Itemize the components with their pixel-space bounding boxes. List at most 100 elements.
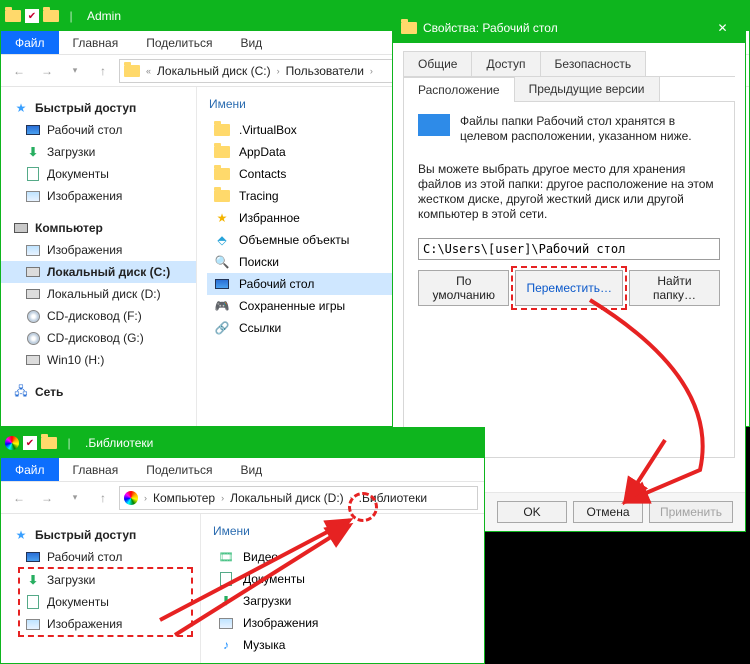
- nav-history[interactable]: ▾: [63, 59, 87, 83]
- chevron-icon: ›: [221, 493, 224, 503]
- tab-security[interactable]: Безопасность: [540, 51, 647, 76]
- ribbon-file[interactable]: Файл: [1, 458, 59, 481]
- tab-sharing[interactable]: Доступ: [471, 51, 540, 76]
- cube-icon: ⬘: [214, 232, 230, 248]
- star-icon: ★: [13, 100, 29, 116]
- nav-item-disk-d[interactable]: Локальный диск (D:): [1, 283, 196, 305]
- nav-item-downloads[interactable]: ⬇Загрузки: [25, 569, 192, 591]
- restore-default-button[interactable]: По умолчанию: [418, 270, 509, 306]
- nav-fwd[interactable]: →: [35, 59, 59, 83]
- star-icon: ★: [13, 527, 29, 543]
- download-icon: ⬇: [25, 144, 41, 160]
- nav-item-desktop[interactable]: Рабочий стол: [1, 119, 196, 141]
- ribbon-tab-view[interactable]: Вид: [226, 458, 276, 481]
- star-icon: ★: [214, 210, 230, 226]
- nav-item-cd-g[interactable]: CD-дисковод (G:): [1, 327, 196, 349]
- tab-location[interactable]: Расположение: [403, 77, 515, 102]
- check-icon: ✔: [25, 9, 39, 23]
- nav-item-pictures[interactable]: Изображения: [1, 185, 196, 207]
- list-item[interactable]: Изображения: [211, 612, 474, 634]
- ribbon-file[interactable]: Файл: [1, 31, 59, 54]
- nav-quick-access[interactable]: ★ Быстрый доступ: [1, 524, 200, 546]
- crumb[interactable]: Локальный диск (D:): [230, 491, 344, 505]
- nav-up[interactable]: ↑: [91, 486, 115, 510]
- list-item-label: Contacts: [239, 167, 286, 181]
- nav-label: Рабочий стол: [47, 550, 122, 564]
- folder-icon: [214, 166, 230, 182]
- target-path-input[interactable]: [418, 238, 720, 260]
- folder-icon: [214, 122, 230, 138]
- titlebar-2[interactable]: ✔ | .Библиотеки: [1, 428, 484, 458]
- column-header-name[interactable]: Имени: [213, 524, 474, 538]
- picture-icon: [25, 616, 41, 632]
- list-item[interactable]: Документы: [211, 568, 474, 590]
- nav-pane-2: ★ Быстрый доступ Рабочий стол ⬇Загрузки Д…: [1, 514, 201, 663]
- nav-history[interactable]: ▾: [63, 486, 87, 510]
- folder-icon: [43, 8, 59, 24]
- tab-general[interactable]: Общие: [403, 51, 472, 76]
- nav-label: Загрузки: [47, 573, 95, 587]
- cd-icon: [25, 308, 41, 324]
- dialog-titlebar[interactable]: Свойства: Рабочий стол ✕: [393, 13, 745, 43]
- list-item[interactable]: ⬇Загрузки: [211, 590, 474, 612]
- app-icon: [124, 491, 138, 505]
- nav-head-label: Быстрый доступ: [35, 528, 136, 542]
- nav-label: Изображения: [47, 189, 122, 203]
- breadcrumb-2[interactable]: › Компьютер › Локальный диск (D:) › .Биб…: [119, 486, 478, 510]
- nav-item-cd-f[interactable]: CD-дисковод (F:): [1, 305, 196, 327]
- desktop-icon: [25, 122, 41, 138]
- nav-up[interactable]: ↑: [91, 59, 115, 83]
- nav-label: CD-дисковод (F:): [47, 309, 142, 323]
- list-item[interactable]: ♪Музыка: [211, 634, 474, 656]
- ribbon-tab-share[interactable]: Поделиться: [132, 458, 226, 481]
- move-button[interactable]: Переместить…: [515, 270, 623, 306]
- ribbon-tab-view[interactable]: Вид: [226, 31, 276, 54]
- cancel-button[interactable]: Отмена: [573, 501, 643, 523]
- list-item-label: .VirtualBox: [239, 123, 297, 137]
- list-item[interactable]: 🎞Видео: [211, 546, 474, 568]
- nav-back[interactable]: ←: [7, 486, 31, 510]
- ribbon-tab-home[interactable]: Главная: [59, 458, 133, 481]
- nav-back[interactable]: ←: [7, 59, 31, 83]
- music-icon: ♪: [218, 637, 234, 653]
- dialog-title: Свойства: Рабочий стол: [423, 21, 558, 35]
- crumb[interactable]: Компьютер: [153, 491, 215, 505]
- desktop-large-icon: [418, 114, 450, 136]
- nav-network[interactable]: 🖧Сеть: [1, 381, 196, 403]
- nav-item-desktop[interactable]: Рабочий стол: [1, 546, 200, 568]
- list-item-label: Загрузки: [243, 594, 291, 608]
- nav-quick-access[interactable]: ★Быстрый доступ: [1, 97, 196, 119]
- find-folder-button[interactable]: Найти папку…: [629, 270, 720, 306]
- nav-item-pictures[interactable]: Изображения: [25, 613, 192, 635]
- document-icon: [25, 166, 41, 182]
- nav-item-documents[interactable]: Документы: [25, 591, 192, 613]
- list-item-label: Поиски: [239, 255, 279, 269]
- nav-label: Изображения: [47, 243, 122, 257]
- document-icon: [218, 571, 234, 587]
- cd-icon: [25, 330, 41, 346]
- folder-icon: [5, 8, 21, 24]
- nav-computer[interactable]: Компьютер: [1, 217, 196, 239]
- disk-icon: [25, 264, 41, 280]
- folder-icon: [41, 435, 57, 451]
- crumb[interactable]: Локальный диск (C:): [157, 64, 271, 78]
- tabs-row-bottom: Расположение Предыдущие версии: [403, 76, 735, 102]
- close-button[interactable]: ✕: [700, 13, 745, 43]
- nav-fwd[interactable]: →: [35, 486, 59, 510]
- nav-pane-1: ★Быстрый доступ Рабочий стол ⬇Загрузки Д…: [1, 87, 197, 426]
- nav-item-win10-h[interactable]: Win10 (H:): [1, 349, 196, 371]
- chevron-icon: ›: [144, 493, 147, 503]
- nav-item-documents[interactable]: Документы: [1, 163, 196, 185]
- disk-icon: [25, 286, 41, 302]
- ok-button[interactable]: OK: [497, 501, 567, 523]
- tab-previous-versions[interactable]: Предыдущие версии: [514, 76, 660, 101]
- search-icon: 🔍: [214, 254, 230, 270]
- nav-item-downloads[interactable]: ⬇Загрузки: [1, 141, 196, 163]
- crumb[interactable]: Пользователи: [286, 64, 364, 78]
- ribbon-tab-share[interactable]: Поделиться: [132, 31, 226, 54]
- ribbon-tab-home[interactable]: Главная: [59, 31, 133, 54]
- divider-icon: |: [63, 8, 79, 24]
- nav-item-disk-c[interactable]: Локальный диск (C:): [1, 261, 196, 283]
- apply-button[interactable]: Применить: [649, 501, 733, 523]
- nav-item-pictures2[interactable]: Изображения: [1, 239, 196, 261]
